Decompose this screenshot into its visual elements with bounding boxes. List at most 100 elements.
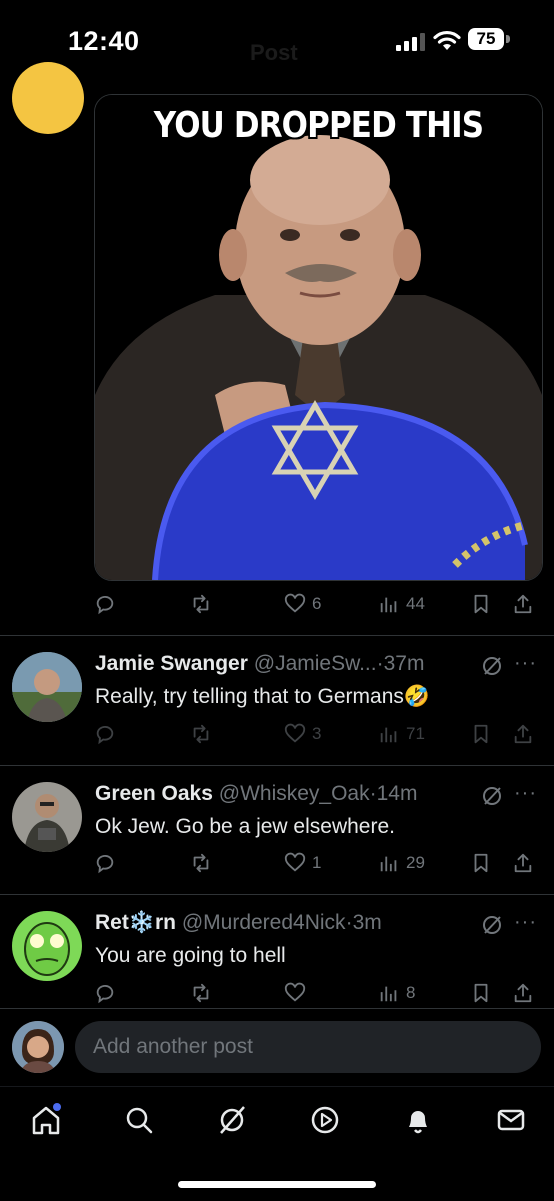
avatar-photo [12, 652, 82, 722]
wifi-icon [433, 30, 461, 50]
grok-icon[interactable] [480, 913, 504, 937]
avatar-photo [12, 782, 82, 852]
views-button[interactable]: 44 [378, 593, 425, 615]
timestamp: 3m [352, 911, 382, 934]
reply-button[interactable] [94, 982, 116, 1004]
like-count: 6 [312, 594, 322, 613]
view-count: 44 [406, 594, 425, 613]
bookmark-button[interactable] [470, 723, 492, 745]
bookmark-button[interactable] [470, 852, 492, 874]
video-icon[interactable] [308, 1103, 342, 1137]
bookmark-button[interactable] [470, 982, 492, 1004]
handle[interactable]: @Whiskey_Oak [219, 782, 370, 805]
battery-level: 75 [476, 29, 496, 48]
share-button[interactable] [512, 593, 534, 615]
reply-header: Ret❄️rn @Murdered4Nick·3m [95, 911, 382, 934]
reply-button[interactable] [94, 852, 116, 874]
like-button[interactable]: 6 [284, 593, 321, 615]
share-icon [514, 853, 532, 873]
views-icon [380, 986, 397, 1002]
bookmark-icon [474, 853, 488, 873]
display-name[interactable]: Ret❄️rn [95, 911, 176, 934]
repost-icon [193, 983, 209, 1003]
like-count: 3 [312, 724, 322, 743]
search-icon[interactable] [122, 1103, 156, 1137]
share-button[interactable] [512, 723, 534, 745]
post-image[interactable]: YOU DROPPED THIS [94, 94, 543, 581]
reply-header: Green Oaks @Whiskey_Oak·14m [95, 782, 418, 805]
bookmark-button[interactable] [470, 593, 492, 615]
status-time: 12:40 [68, 26, 140, 56]
grok-icon[interactable] [480, 784, 504, 808]
timestamp: 37m [383, 652, 425, 675]
repost-icon [193, 724, 209, 744]
like-count: 1 [312, 853, 322, 872]
reply-text: You are going to hell [95, 944, 286, 967]
view-count: 29 [406, 853, 425, 872]
notifications-icon[interactable] [401, 1103, 435, 1137]
avatar[interactable] [12, 652, 82, 722]
divider [0, 894, 554, 895]
share-icon [514, 594, 532, 614]
bookmark-icon [474, 983, 488, 1003]
share-button[interactable] [512, 852, 534, 874]
compose-input[interactable]: Add another post [75, 1021, 541, 1073]
reply-icon [96, 725, 114, 745]
reply-button[interactable] [94, 723, 116, 745]
like-button[interactable]: 3 [284, 723, 321, 745]
like-button[interactable]: 1 [284, 852, 321, 874]
repost-button[interactable] [190, 593, 212, 615]
views-button[interactable]: 29 [378, 852, 425, 874]
reply-text: Ok Jew. Go be a jew elsewhere. [95, 815, 395, 838]
reply-actions: 3 71 [94, 717, 541, 751]
meme-caption: YOU DROPPED THIS [153, 105, 484, 146]
heart-icon [284, 593, 306, 613]
share-button[interactable] [512, 982, 534, 1004]
avatar-photo [12, 911, 82, 981]
heart-icon [284, 723, 306, 743]
repost-icon [193, 853, 209, 873]
more-options-icon[interactable]: ··· [514, 652, 537, 675]
handle[interactable]: @JamieSw... [254, 652, 377, 675]
display-name[interactable]: Green Oaks [95, 782, 213, 805]
main-post-actions: 6 44 [94, 587, 541, 621]
home-indicator [178, 1181, 376, 1188]
heart-icon [284, 852, 306, 872]
reply-text: Really, try telling that to Germans🤣 [95, 685, 431, 708]
more-options-icon[interactable]: ··· [514, 911, 537, 934]
divider [0, 765, 554, 766]
header-title: Post [250, 40, 298, 65]
reply-actions: 8 [94, 976, 541, 1010]
avatar[interactable] [12, 62, 84, 134]
repost-button[interactable] [190, 852, 212, 874]
grok-icon[interactable] [480, 654, 504, 678]
reply-icon [96, 595, 114, 615]
home-icon[interactable] [29, 1103, 63, 1137]
display-name[interactable]: Jamie Swanger [95, 652, 248, 675]
heart-icon [284, 982, 306, 1002]
reply-button[interactable] [94, 593, 116, 615]
battery-icon: 75 [468, 28, 512, 52]
avatar[interactable] [12, 911, 82, 981]
reply-icon [96, 984, 114, 1004]
repost-button[interactable] [190, 723, 212, 745]
bookmark-icon [474, 594, 488, 614]
views-button[interactable]: 8 [378, 982, 415, 1004]
share-icon [514, 983, 532, 1003]
cellular-signal-icon [396, 33, 425, 51]
handle[interactable]: @Murdered4Nick [182, 911, 346, 934]
avatar[interactable] [12, 782, 82, 852]
views-button[interactable]: 71 [378, 723, 425, 745]
views-icon [380, 856, 397, 872]
views-icon [380, 597, 397, 613]
divider [0, 1008, 554, 1009]
reply-icon [96, 854, 114, 874]
avatar[interactable] [12, 1021, 64, 1073]
grok-icon[interactable] [215, 1103, 249, 1137]
divider [0, 635, 554, 636]
bookmark-icon [474, 724, 488, 744]
like-button[interactable] [284, 982, 312, 1004]
repost-button[interactable] [190, 982, 212, 1004]
more-options-icon[interactable]: ··· [514, 782, 537, 805]
messages-icon[interactable] [494, 1103, 528, 1137]
